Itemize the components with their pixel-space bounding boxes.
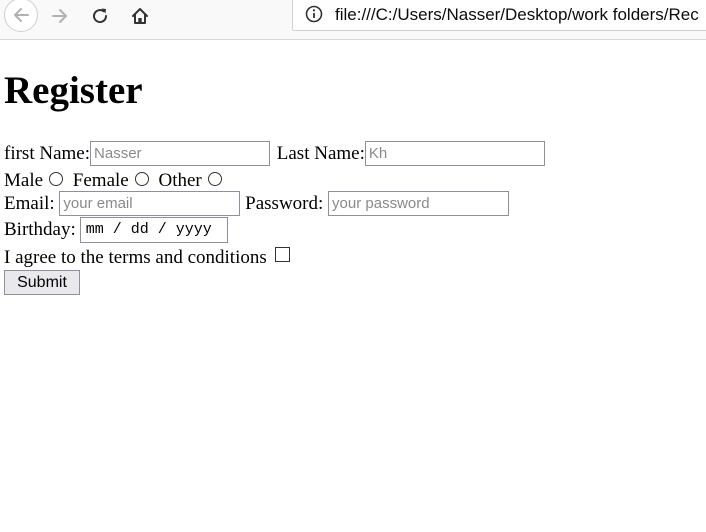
first-name-label: first Name: (4, 142, 91, 164)
gender-male-radio[interactable] (49, 171, 64, 186)
birthday-row: Birthday: mm / dd / yyyy (4, 217, 228, 243)
email-input[interactable] (59, 191, 241, 216)
submit-button[interactable]: Submit (4, 270, 80, 295)
credentials-row: Email: Password: (4, 191, 510, 216)
birthday-label: Birthday: (4, 219, 76, 240)
gender-option-female-label: Female (72, 169, 129, 191)
terms-checkbox[interactable] (274, 247, 290, 263)
arrow-right-icon (52, 9, 67, 23)
terms-row: I agree to the terms and conditions (4, 246, 290, 269)
gender-row: Male Female Other (4, 169, 227, 192)
page-title: Register (4, 69, 143, 112)
name-row: first Name: Last Name: (4, 141, 545, 166)
last-name-label: Last Name: (276, 142, 365, 164)
forward-button[interactable] (44, 0, 76, 32)
last-name-input[interactable] (364, 141, 545, 166)
terms-label: I agree to the terms and conditions (4, 246, 267, 268)
form-heading-wrap: Register (4, 66, 143, 116)
gender-option-other-label: Other (158, 169, 202, 191)
back-button[interactable] (4, 0, 38, 32)
arrow-left-icon (14, 8, 29, 22)
info-icon[interactable] (304, 4, 324, 24)
home-icon (132, 8, 148, 24)
password-input[interactable] (328, 191, 510, 216)
birthday-date-input[interactable]: mm / dd / yyyy (79, 217, 228, 243)
gender-female-radio[interactable] (134, 171, 149, 186)
gender-other-radio[interactable] (207, 171, 222, 186)
reload-icon (93, 8, 108, 24)
address-bar[interactable]: file:///C:/Users/Nasser/Desktop/work fol… (292, 0, 706, 31)
email-label: Email: (4, 192, 55, 214)
first-name-input[interactable] (90, 141, 271, 166)
home-button[interactable] (124, 0, 156, 32)
browser-toolbar: file:///C:/Users/Nasser/Desktop/work fol… (0, 0, 706, 40)
gender-option-male-label: Male (4, 169, 44, 191)
password-label: Password: (245, 192, 324, 214)
reload-button[interactable] (84, 0, 116, 32)
url-text: file:///C:/Users/Nasser/Desktop/work fol… (335, 5, 699, 24)
